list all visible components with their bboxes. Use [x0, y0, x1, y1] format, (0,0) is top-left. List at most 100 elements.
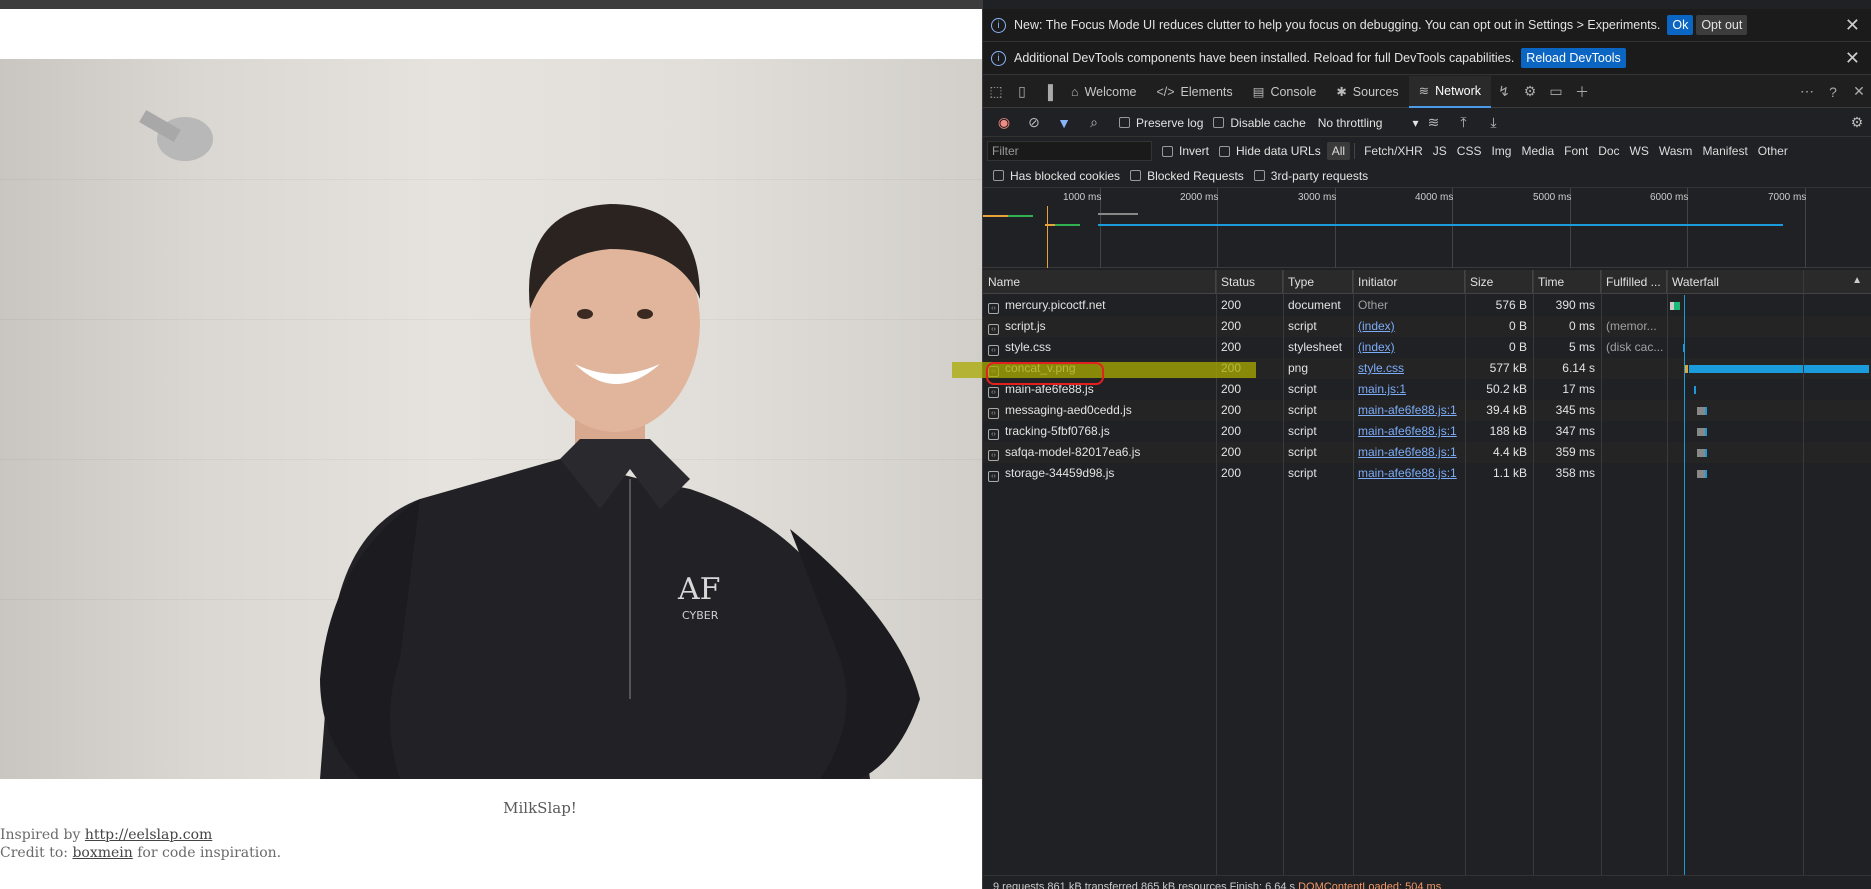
info-icon: i [991, 17, 1006, 33]
hide-data-urls-checkbox[interactable]: Hide data URLs [1219, 144, 1321, 158]
cell-type: document [1288, 298, 1341, 312]
checkbox-label: Hide data URLs [1236, 144, 1321, 158]
performance-icon[interactable]: ↯ [1491, 83, 1517, 100]
type-filter-ws[interactable]: WS [1625, 142, 1654, 160]
sweater-logo-cyber: CYBER [682, 609, 719, 622]
dom-loaded-text: DOMContentLoaded: 504 ms [1298, 881, 1442, 889]
cell-initiator[interactable]: main-afe6fe88.js:1 [1353, 421, 1465, 442]
col-fulfilled[interactable]: Fulfilled ... [1601, 270, 1667, 294]
boxmein-link[interactable]: boxmein [72, 845, 132, 861]
right-eye [637, 309, 653, 319]
application-icon[interactable]: ▭ [1543, 83, 1569, 100]
eelslap-link[interactable]: http://eelslap.com [85, 827, 212, 843]
checkbox-box [1253, 170, 1265, 181]
cell-initiator[interactable]: main.js:1 [1353, 379, 1465, 400]
inspired-line: Inspired by http://eelslap.com [0, 826, 281, 844]
network-overview[interactable]: 1000 ms 2000 ms 3000 ms 4000 ms 5000 ms … [983, 188, 1871, 268]
add-tab-icon[interactable]: ＋ [1569, 82, 1595, 102]
help-icon[interactable]: ? [1820, 84, 1846, 100]
table-row[interactable]: ‹› messaging-aed0cedd.js 200 script main-afe… [983, 400, 1871, 421]
filter-input[interactable] [987, 141, 1152, 161]
reload-devtools-button[interactable]: Reload DevTools [1521, 48, 1626, 68]
type-filter-other[interactable]: Other [1753, 142, 1793, 160]
ok-button[interactable]: Ok [1667, 15, 1694, 35]
inspect-icon[interactable]: ⬚ [983, 83, 1009, 100]
network-conditions-icon[interactable]: ≋ [1418, 114, 1448, 131]
cell-time: 358 ms [1555, 466, 1595, 480]
gear-icon[interactable]: ⚙ [1842, 114, 1871, 131]
tab-welcome[interactable]: ⌂ Welcome [1061, 76, 1146, 108]
reload-infobar: i Additional DevTools components have be… [983, 42, 1871, 75]
throttling-select[interactable]: No throttling ▾ [1318, 116, 1419, 130]
cell-initiator[interactable]: main-afe6fe88.js:1 [1353, 400, 1465, 421]
cell-initiator[interactable]: main-afe6fe88.js:1 [1353, 463, 1465, 484]
tab-sources[interactable]: ✱ Sources [1326, 76, 1408, 108]
cell-initiator[interactable]: (index) [1353, 337, 1465, 358]
inspired-prefix: Inspired by [0, 827, 85, 843]
close-devtools-icon[interactable]: ✕ [1846, 83, 1871, 100]
col-status[interactable]: Status [1216, 270, 1283, 294]
col-size[interactable]: Size [1465, 270, 1533, 294]
more-icon[interactable]: ⋯ [1794, 83, 1820, 100]
type-filter-font[interactable]: Font [1559, 142, 1593, 160]
device-toolbar-icon[interactable]: ▯ [1009, 83, 1035, 100]
close-icon[interactable]: ✕ [1845, 48, 1860, 69]
cell-type: script [1288, 403, 1317, 417]
bug-icon: ✱ [1336, 85, 1347, 99]
type-filter-img[interactable]: Img [1486, 142, 1516, 160]
type-filter-fetch[interactable]: Fetch/XHR [1359, 142, 1428, 160]
type-filter-all[interactable]: All [1326, 142, 1351, 160]
col-type[interactable]: Type [1283, 270, 1353, 294]
table-row[interactable]: ‹› safqa-model-82017ea6.js 200 script main-a… [983, 442, 1871, 463]
cell-initiator[interactable]: style.css [1353, 358, 1465, 379]
slap-photo[interactable]: AF CYBER [0, 59, 982, 779]
file-type-icon: ‹› [988, 324, 999, 335]
left-eye [577, 309, 593, 319]
table-row[interactable]: ‹› style.css 200 stylesheet (index) 0 B 5 ms (d… [983, 337, 1871, 358]
table-row[interactable]: ‹› storage-34459d98.js 200 script main-afe6f… [983, 463, 1871, 484]
sidebar-icon[interactable]: ▐ [1035, 84, 1061, 100]
type-filter-manifest[interactable]: Manifest [1697, 142, 1752, 160]
clear-icon[interactable]: ⊘ [1019, 114, 1049, 131]
tab-elements[interactable]: </> Elements [1146, 76, 1242, 108]
type-filter-css[interactable]: CSS [1452, 142, 1487, 160]
cell-initiator[interactable]: main-afe6fe88.js:1 [1353, 442, 1465, 463]
table-row[interactable]: ‹› main-afe6fe88.js 200 script main.js:1 50.2… [983, 379, 1871, 400]
import-icon[interactable]: ⤒ [1448, 114, 1478, 131]
type-filter-doc[interactable]: Doc [1593, 142, 1624, 160]
invert-checkbox[interactable]: Invert [1162, 144, 1209, 158]
request-name: script.js [1005, 319, 1046, 333]
overview-label: 3000 ms [1298, 192, 1337, 203]
type-filter-wasm[interactable]: Wasm [1654, 142, 1698, 160]
cell-initiator: Other [1358, 298, 1389, 312]
tab-network[interactable]: ≋ Network [1408, 75, 1491, 108]
third-party-checkbox[interactable]: 3rd-party requests [1253, 169, 1368, 183]
col-waterfall[interactable]: Waterfall [1667, 270, 1871, 294]
filter-icon[interactable]: ▼ [1049, 115, 1079, 131]
record-icon[interactable]: ◉ [989, 114, 1019, 131]
search-icon[interactable]: ⌕ [1079, 114, 1109, 131]
blocked-requests-checkbox[interactable]: Blocked Requests [1130, 169, 1244, 183]
tab-console[interactable]: ▤ Console [1243, 76, 1327, 108]
cell-time: 359 ms [1555, 445, 1595, 459]
cell-name: ‹› storage-34459d98.js [983, 463, 1216, 484]
close-icon[interactable]: ✕ [1845, 15, 1860, 36]
col-name[interactable]: Name [983, 270, 1216, 294]
cell-initiator[interactable]: (index) [1353, 316, 1465, 337]
disable-cache-checkbox[interactable]: Disable cache [1213, 116, 1306, 130]
has-blocked-cookies-checkbox[interactable]: Has blocked cookies [993, 169, 1120, 183]
type-filter-js[interactable]: JS [1428, 142, 1452, 160]
table-row[interactable]: ‹› tracking-5fbf0768.js 200 script main-afe6… [983, 421, 1871, 442]
col-time[interactable]: Time [1533, 270, 1601, 294]
tab-label: Sources [1352, 84, 1399, 99]
opt-out-button[interactable]: Opt out [1696, 15, 1748, 35]
table-row[interactable]: ‹› mercury.picoctf.net 200 document Other 576… [983, 295, 1871, 316]
gear-icon[interactable]: ⚙ [1517, 83, 1543, 100]
person-illustration: AF CYBER [139, 109, 920, 779]
column-divider [1353, 270, 1354, 875]
export-icon[interactable]: ⤓ [1478, 114, 1508, 131]
preserve-log-checkbox[interactable]: Preserve log [1119, 116, 1203, 130]
table-row[interactable]: ‹› script.js 200 script (index) 0 B 0 ms (memor… [983, 316, 1871, 337]
type-filter-media[interactable]: Media [1516, 142, 1559, 160]
col-initiator[interactable]: Initiator [1353, 270, 1465, 294]
